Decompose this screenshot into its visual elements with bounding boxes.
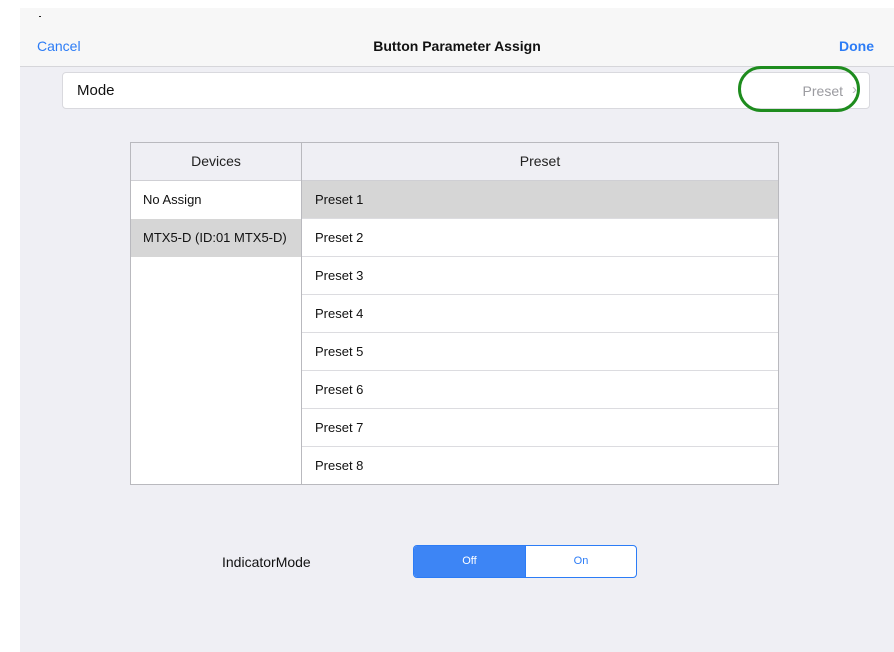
preset-list-item[interactable]: Preset 2 [302,219,778,257]
app-panel: Cancel Button Parameter Assign Done Mode… [20,8,894,652]
mode-value-highlight-ring [738,66,860,112]
corner-mark [39,16,41,17]
page-title: Button Parameter Assign [373,38,541,54]
device-list-item[interactable]: MTX5-D (ID:01 MTX5-D) [131,219,301,257]
mode-label: Mode [77,82,115,99]
preset-list-item[interactable]: Preset 5 [302,333,778,371]
preset-list-item[interactable]: Preset 8 [302,447,778,485]
navigation-bar: Cancel Button Parameter Assign Done [20,8,894,67]
indicator-on-segment[interactable]: On [525,546,636,577]
preset-header: Preset [302,143,778,181]
preset-list-item[interactable]: Preset 7 [302,409,778,447]
indicator-off-segment[interactable]: Off [414,546,525,577]
indicator-mode-segmented-control: Off On [413,545,637,578]
preset-list-item[interactable]: Preset 1 [302,181,778,219]
preset-list: Preset 1 Preset 2 Preset 3 Preset 4 Preset 5… [302,181,778,485]
devices-list: No Assign MTX5-D (ID:01 MTX5-D) [131,181,301,257]
devices-header: Devices [131,143,301,181]
devices-column: Devices No Assign MTX5-D (ID:01 MTX5-D) [131,143,302,484]
device-list-item[interactable]: No Assign [131,181,301,219]
done-button[interactable]: Done [839,38,874,54]
preset-list-item[interactable]: Preset 6 [302,371,778,409]
indicator-mode-label: IndicatorMode [222,554,311,570]
preset-list-item[interactable]: Preset 4 [302,295,778,333]
assign-table: Devices No Assign MTX5-D (ID:01 MTX5-D) P… [130,142,779,485]
preset-list-item[interactable]: Preset 3 [302,257,778,295]
preset-column: Preset Preset 1 Preset 2 Preset 3 Preset 4P… [302,143,778,484]
